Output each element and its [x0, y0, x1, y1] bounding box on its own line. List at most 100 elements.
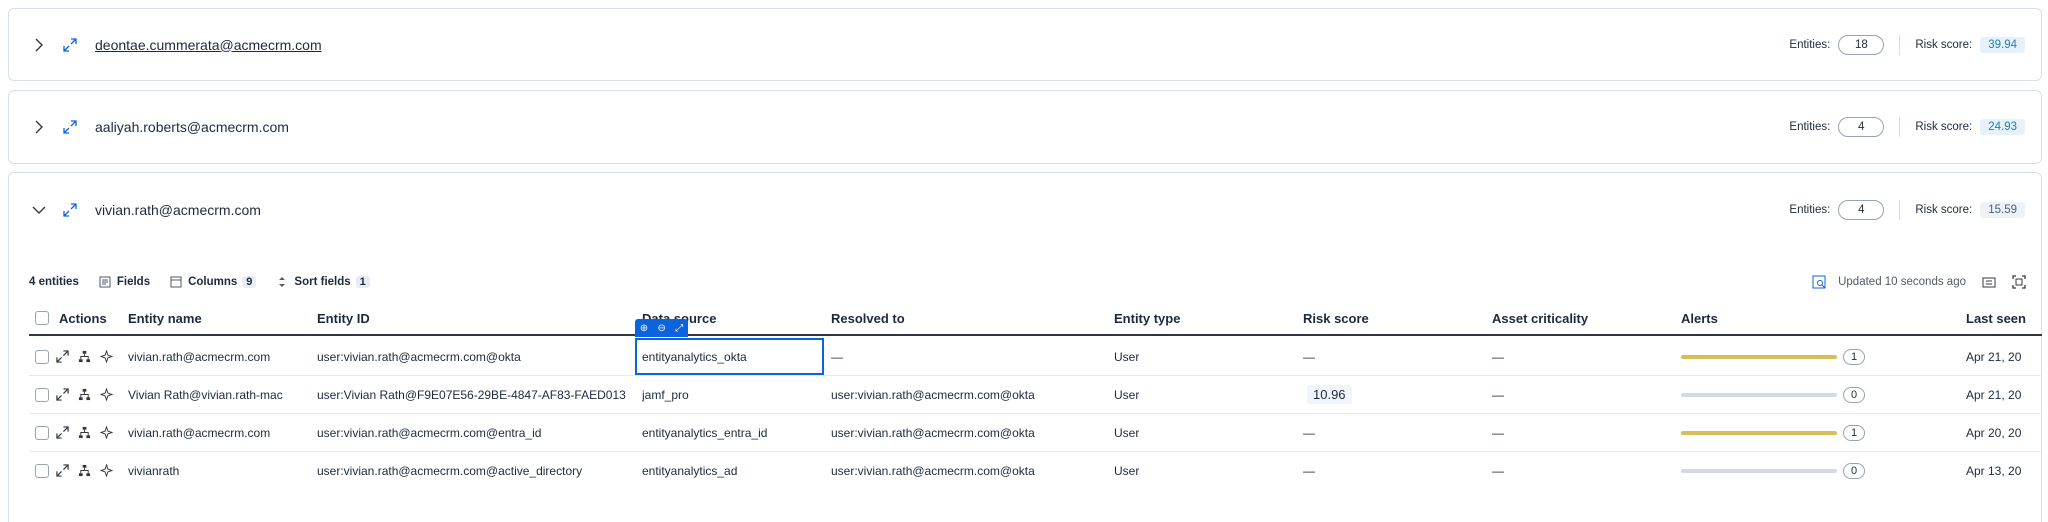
hierarchy-icon[interactable]	[77, 388, 91, 402]
expand-icon[interactable]	[55, 350, 69, 364]
sort-button[interactable]: Sort fields 1	[276, 276, 370, 288]
expand-cell-icon[interactable]: ⤢	[675, 323, 683, 334]
sort-count: 1	[355, 276, 370, 288]
alerts-count[interactable]: 1	[1843, 348, 1865, 365]
last-seen-cell: Apr 21, 20	[1966, 349, 2022, 364]
header-alerts[interactable]: Alerts	[1681, 302, 1718, 334]
data-source-cell: entityanalytics_entra_id	[642, 425, 768, 440]
alerts-cell: 1	[1681, 338, 1865, 375]
divider	[1899, 199, 1901, 220]
expand-icon[interactable]	[55, 464, 69, 478]
table-header: Actions Entity name Entity ID Data sourc…	[29, 302, 2042, 336]
alerts-bar-track	[1681, 430, 1837, 435]
group-panel-expanded: vivian.rath@acmecrm.com Entities: 4 Risk…	[8, 172, 2042, 246]
sparkle-icon[interactable]	[99, 388, 113, 402]
data-source-cell: entityanalytics_ad	[642, 463, 738, 478]
divider	[1899, 34, 1901, 55]
entity-id-cell: user:vivian.rath@acmecrm.com@entra_id	[317, 425, 542, 440]
alerts-bar	[1681, 468, 1837, 473]
expand-icon[interactable]	[63, 201, 81, 219]
risk-label: Risk score:	[1915, 38, 1973, 51]
fields-icon	[99, 276, 111, 288]
alerts-bar-track	[1681, 354, 1837, 359]
risk-score-cell: 10.96	[1303, 376, 1352, 413]
columns-button[interactable]: Columns 9	[170, 276, 257, 288]
alerts-cell: 0	[1681, 452, 1865, 488]
display-settings-icon[interactable]	[1982, 275, 1996, 289]
table-row[interactable]: vivian.rath@acmecrm.com user:vivian.rath@…	[29, 338, 2042, 376]
fields-button[interactable]: Fields	[99, 276, 150, 288]
filter-in-icon[interactable]: ⊕	[640, 323, 648, 334]
table-row[interactable]: vivian.rath@acmecrm.com user:vivian.rath@…	[29, 414, 2042, 452]
last-seen-cell: Apr 13, 20	[1966, 463, 2022, 478]
last-seen-cell: Apr 21, 20	[1966, 387, 2022, 402]
sparkle-icon[interactable]	[99, 426, 113, 440]
row-checkbox-cell	[35, 452, 49, 488]
entities-count: 4	[1838, 117, 1885, 137]
grid-toolbar: 4 entities Fields Columns 9 Sort fields …	[29, 273, 390, 291]
resolved-to-cell: —	[831, 349, 843, 364]
risk-score-cell: —	[1303, 349, 1315, 364]
risk-score-badge: 24.93	[1980, 119, 2025, 135]
expand-icon[interactable]	[63, 118, 81, 136]
sparkle-icon[interactable]	[99, 464, 113, 478]
fullscreen-icon[interactable]	[2012, 275, 2026, 289]
row-checkbox-cell	[35, 414, 49, 451]
inspect-icon[interactable]	[1812, 275, 1826, 289]
resolved-to-cell: user:vivian.rath@acmecrm.com@okta	[831, 463, 1035, 478]
row-actions	[55, 452, 113, 488]
filter-out-icon[interactable]: ⊖	[658, 323, 666, 334]
expand-icon[interactable]	[63, 36, 81, 54]
entity-type-cell: User	[1114, 425, 1140, 440]
header-entity-name[interactable]: Entity name	[128, 302, 202, 334]
sparkle-icon[interactable]	[99, 350, 113, 364]
row-checkbox[interactable]	[35, 463, 49, 478]
alerts-count[interactable]: 0	[1843, 386, 1865, 403]
header-last-seen[interactable]: Last seen	[1966, 302, 2026, 334]
alerts-cell: 0	[1681, 376, 1865, 413]
entity-type-cell: User	[1114, 463, 1140, 478]
header-risk-score[interactable]: Risk score	[1303, 302, 1369, 334]
hierarchy-icon[interactable]	[77, 350, 91, 364]
table-row[interactable]: Vivian Rath@vivian.rath-mac user:Vivian R…	[29, 376, 2042, 414]
chevron-right-icon[interactable]	[29, 35, 49, 55]
header-asset-criticality[interactable]: Asset criticality	[1492, 302, 1588, 334]
alerts-count[interactable]: 1	[1843, 424, 1865, 441]
header-entity-id[interactable]: Entity ID	[317, 302, 370, 334]
resolved-to-cell: user:vivian.rath@acmecrm.com@okta	[831, 387, 1035, 402]
select-all-checkbox[interactable]	[35, 311, 49, 325]
hierarchy-icon[interactable]	[77, 464, 91, 478]
row-checkbox[interactable]	[35, 349, 49, 364]
cell-actions-popover: ⊕ ⊖ ⤢	[635, 319, 688, 337]
entity-id-cell: user:Vivian Rath@F9E07E56-29BE-4847-AF83…	[317, 387, 626, 402]
expand-icon[interactable]	[55, 388, 69, 402]
updated-text: Updated 10 seconds ago	[1838, 276, 1966, 288]
header-entity-type[interactable]: Entity type	[1114, 302, 1180, 334]
risk-score-value: 10.96	[1307, 385, 1352, 404]
group-email[interactable]: vivian.rath@acmecrm.com	[95, 202, 261, 218]
table-row[interactable]: vivianrath user:vivian.rath@acmecrm.com@a…	[29, 452, 2042, 488]
group-email[interactable]: aaliyah.roberts@acmecrm.com	[95, 119, 289, 135]
row-checkbox-cell	[35, 338, 49, 375]
asset-criticality-cell: —	[1492, 425, 1504, 440]
row-checkbox[interactable]	[35, 425, 49, 440]
row-actions	[55, 338, 113, 375]
row-checkbox[interactable]	[35, 387, 49, 402]
header-resolved-to[interactable]: Resolved to	[831, 302, 905, 334]
group-email[interactable]: deontae.cummerata@acmecrm.com	[95, 37, 322, 53]
entity-id-cell: user:vivian.rath@acmecrm.com@active_dire…	[317, 463, 583, 478]
risk-label: Risk score:	[1915, 203, 1973, 216]
chevron-right-icon[interactable]	[29, 117, 49, 137]
entity-name-cell: vivianrath	[128, 463, 180, 478]
risk-label: Risk score:	[1915, 121, 1973, 133]
expand-icon[interactable]	[55, 426, 69, 440]
chevron-down-icon[interactable]	[29, 200, 49, 220]
entity-name-cell: vivian.rath@acmecrm.com	[128, 425, 271, 440]
entities-label: Entities:	[1789, 38, 1831, 51]
alerts-count[interactable]: 0	[1843, 462, 1865, 479]
row-actions	[55, 376, 113, 413]
entities-table: Actions Entity name Entity ID Data sourc…	[29, 302, 2042, 488]
entity-name-cell: vivian.rath@acmecrm.com	[128, 349, 271, 364]
hierarchy-icon[interactable]	[77, 426, 91, 440]
entities-label: Entities:	[1789, 121, 1831, 133]
